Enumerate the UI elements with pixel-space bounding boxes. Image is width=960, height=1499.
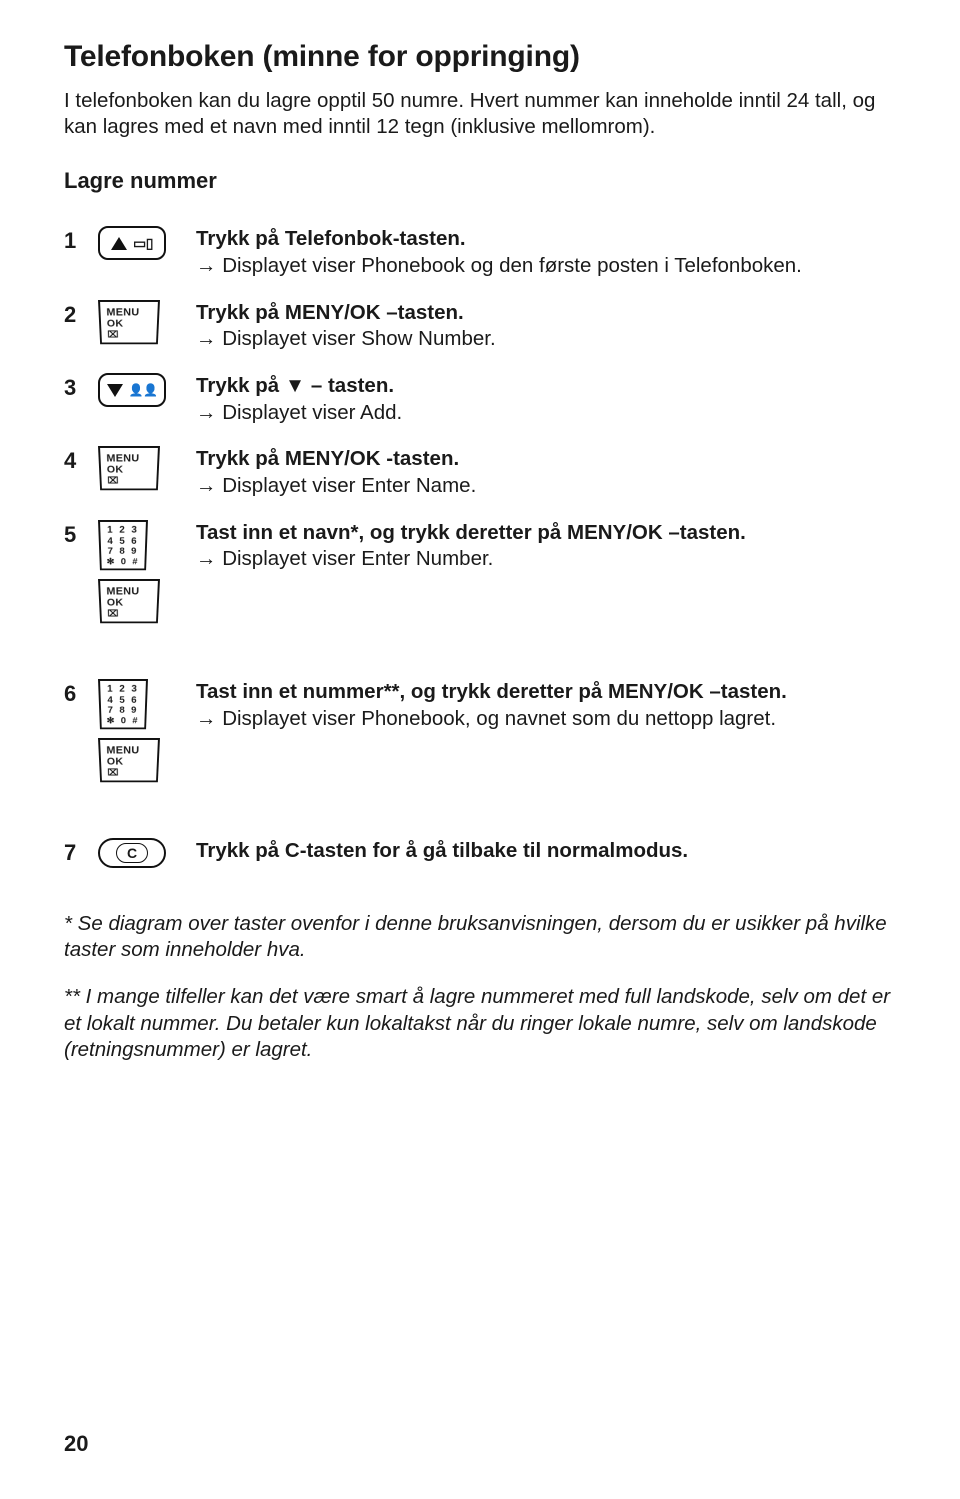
footnote-2: ** I mange tilfeller kan det være smart …	[64, 984, 896, 1064]
intro-paragraph: I telefonboken kan du lagre opptil 50 nu…	[64, 88, 896, 140]
instruction-result: Displayet viser Add.	[196, 400, 896, 427]
instruction-bold: Tast inn et nummer**, og trykk deretter …	[196, 680, 787, 703]
section-heading: Lagre nummer	[64, 168, 896, 194]
manual-page: Telefonboken (minne for oppringing) I te…	[0, 0, 960, 1499]
page-number: 20	[64, 1431, 88, 1457]
step-number: 7	[64, 838, 98, 871]
step-icons: 👤👤	[98, 373, 196, 432]
numeric-keypad-icon: 1 2 34 5 67 8 9✻ 0 #	[98, 679, 148, 729]
step-row: 4MENUOK⌧ Trykk på MENY/OK -tasten. Display…	[64, 446, 896, 505]
step-icons: ▭▯	[98, 226, 196, 285]
step-row: 3👤👤 Trykk på ▼ – tasten. Displayet viser A…	[64, 373, 896, 432]
step-icons: MENUOK⌧	[98, 300, 196, 359]
instruction-bold: Tast inn et navn*, og trykk deretter på …	[196, 521, 746, 544]
instruction-result: Displayet viser Phonebook og den første …	[196, 253, 896, 280]
steps-list: 1▭▯ Trykk på Telefonbok-tasten. Displayet …	[64, 212, 896, 884]
step-icons: 1 2 34 5 67 8 9✻ 0 # MENUOK⌧	[98, 520, 196, 627]
instruction-bold: Trykk på MENY/OK –tasten.	[196, 301, 464, 324]
step-row: 1▭▯ Trykk på Telefonbok-tasten. Displayet …	[64, 226, 896, 285]
instruction-bold: Trykk på ▼ – tasten.	[196, 374, 394, 397]
step-icons: C	[98, 838, 196, 871]
page-title: Telefonboken (minne for oppringing)	[64, 40, 896, 74]
step-number: 3	[64, 373, 98, 432]
instruction-bold: Trykk på C-tasten for å gå tilbake til n…	[196, 839, 688, 862]
instruction-result: Displayet viser Enter Number.	[196, 546, 896, 573]
instruction-bold: Trykk på Telefonbok-tasten.	[196, 227, 466, 250]
step-text: Trykk på MENY/OK -tasten. Displayet viser…	[196, 446, 896, 505]
instruction-result: Displayet viser Show Number.	[196, 326, 896, 353]
step-row: 7C Trykk på C-tasten for å gå tilbake til…	[64, 838, 896, 871]
step-text: Trykk på Telefonbok-tasten. Displayet vis…	[196, 226, 896, 285]
menu-ok-key-icon: MENUOK⌧	[98, 300, 160, 344]
menu-ok-key-icon: MENUOK⌧	[98, 579, 160, 623]
step-icons: 1 2 34 5 67 8 9✻ 0 # MENUOK⌧	[98, 679, 196, 786]
menu-ok-key-icon: MENUOK⌧	[98, 738, 160, 782]
step-number: 5	[64, 520, 98, 627]
step-row: 61 2 34 5 67 8 9✻ 0 # MENUOK⌧ Tast inn et …	[64, 679, 896, 786]
step-row: 51 2 34 5 67 8 9✻ 0 # MENUOK⌧ Tast inn et …	[64, 520, 896, 627]
phonebook-up-key-icon: ▭▯	[98, 226, 166, 260]
instruction-bold: Trykk på MENY/OK -tasten.	[196, 447, 459, 470]
instruction-result: Displayet viser Phonebook, og navnet som…	[196, 706, 896, 733]
step-text: Tast inn et nummer**, og trykk deretter …	[196, 679, 896, 786]
step-number: 4	[64, 446, 98, 505]
step-text: Tast inn et navn*, og trykk deretter på …	[196, 520, 896, 627]
step-icons: MENUOK⌧	[98, 446, 196, 505]
step-text: Trykk på C-tasten for å gå tilbake til n…	[196, 838, 896, 871]
step-row: 2MENUOK⌧ Trykk på MENY/OK –tasten.Display…	[64, 300, 896, 359]
down-key-icon: 👤👤	[98, 373, 166, 407]
step-text: Trykk på ▼ – tasten. Displayet viser Add.	[196, 373, 896, 432]
menu-ok-key-icon: MENUOK⌧	[98, 446, 160, 490]
instruction-result: Displayet viser Enter Name.	[196, 473, 896, 500]
step-number: 2	[64, 300, 98, 359]
numeric-keypad-icon: 1 2 34 5 67 8 9✻ 0 #	[98, 520, 148, 570]
step-text: Trykk på MENY/OK –tasten.Displayet viser…	[196, 300, 896, 359]
step-number: 6	[64, 679, 98, 786]
step-number: 1	[64, 226, 98, 285]
footnote-1: * Se diagram over taster ovenfor i denne…	[64, 911, 896, 964]
c-key-icon: C	[98, 838, 166, 868]
